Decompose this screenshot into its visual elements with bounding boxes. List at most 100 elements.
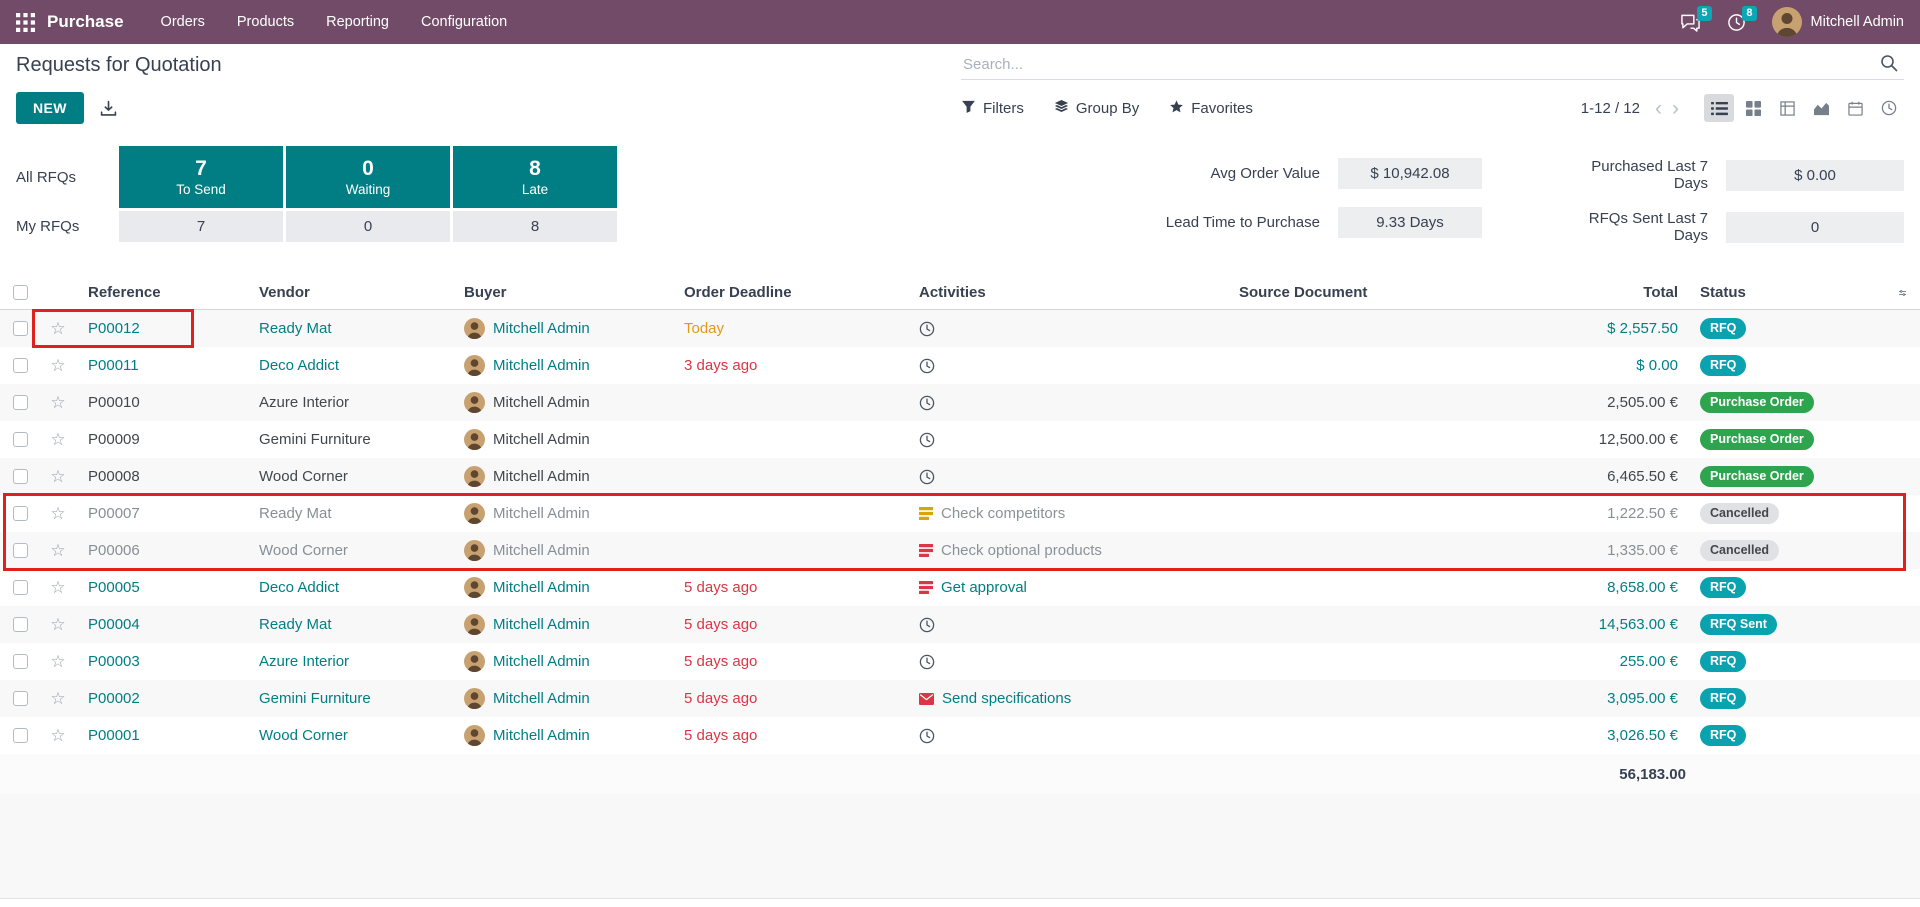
stat-label: Purchased Last 7 Days <box>1558 158 1708 192</box>
menu-orders[interactable]: Orders <box>148 7 218 37</box>
favorite-star-icon[interactable]: ☆ <box>40 541 76 561</box>
optional-columns-icon[interactable] <box>1891 286 1920 300</box>
favorite-star-icon[interactable]: ☆ <box>40 430 76 450</box>
favorite-star-icon[interactable]: ☆ <box>40 504 76 524</box>
activity-cell[interactable] <box>911 728 1231 744</box>
activity-cell[interactable]: Check optional products <box>911 542 1231 559</box>
header-order-deadline[interactable]: Order Deadline <box>676 284 911 301</box>
kpi-my-to-send[interactable]: 7 <box>119 211 283 242</box>
kpi-my-late[interactable]: 8 <box>453 211 617 242</box>
table-row[interactable]: ☆ P00005 Deco Addict Mitchell Admin 5 da… <box>0 569 1920 606</box>
table-row[interactable]: ☆ P00007 Ready Mat Mitchell Admin Check … <box>0 495 1920 532</box>
row-checkbox[interactable] <box>13 580 28 595</box>
header-reference[interactable]: Reference <box>76 284 251 301</box>
table-row[interactable]: ☆ P00012 Ready Mat Mitchell Admin Today … <box>0 310 1920 347</box>
row-checkbox[interactable] <box>13 654 28 669</box>
activity-cell[interactable] <box>911 617 1231 633</box>
filters-button[interactable]: Filters <box>961 99 1024 118</box>
group-by-button[interactable]: Group By <box>1054 99 1139 118</box>
row-checkbox[interactable] <box>13 469 28 484</box>
kpi-waiting[interactable]: 0 Waiting <box>286 146 450 208</box>
row-checkbox[interactable] <box>13 432 28 447</box>
row-checkbox[interactable] <box>13 691 28 706</box>
clock-icon <box>919 432 935 448</box>
row-checkbox[interactable] <box>13 617 28 632</box>
table-row[interactable]: ☆ P00004 Ready Mat Mitchell Admin 5 days… <box>0 606 1920 643</box>
stats-column-1: Avg Order Value $ 10,942.08 Lead Time to… <box>1120 158 1482 238</box>
activities-icon[interactable]: 8 <box>1727 13 1746 32</box>
activity-cell[interactable] <box>911 321 1231 337</box>
vendor-text: Gemini Furniture <box>259 690 371 707</box>
header-vendor[interactable]: Vendor <box>251 284 456 301</box>
app-name[interactable]: Purchase <box>47 12 124 32</box>
row-checkbox[interactable] <box>13 728 28 743</box>
activity-cell[interactable] <box>911 395 1231 411</box>
menu-configuration[interactable]: Configuration <box>408 7 520 37</box>
list-view-button[interactable] <box>1704 94 1734 122</box>
activity-view-button[interactable] <box>1874 94 1904 122</box>
table-row[interactable]: ☆ P00009 Gemini Furniture Mitchell Admin… <box>0 421 1920 458</box>
graph-view-button[interactable] <box>1806 94 1836 122</box>
kpi-to-send-label: To Send <box>176 182 226 197</box>
activity-cell[interactable] <box>911 469 1231 485</box>
envelope-icon <box>919 693 934 705</box>
apps-grid-icon[interactable] <box>16 13 35 32</box>
pager-next-button[interactable]: › <box>1667 98 1684 119</box>
header-status[interactable]: Status <box>1686 284 1891 301</box>
kpi-my-waiting[interactable]: 0 <box>286 211 450 242</box>
row-checkbox[interactable] <box>13 395 28 410</box>
activity-cell[interactable]: Get approval <box>911 579 1231 596</box>
reference-text: P00011 <box>88 357 139 374</box>
table-row[interactable]: ☆ P00002 Gemini Furniture Mitchell Admin… <box>0 680 1920 717</box>
total-text: 8,658.00 € <box>1607 579 1678 596</box>
row-checkbox[interactable] <box>13 543 28 558</box>
table-row[interactable]: ☆ P00010 Azure Interior Mitchell Admin 2… <box>0 384 1920 421</box>
favorite-star-icon[interactable]: ☆ <box>40 319 76 339</box>
kpi-to-send[interactable]: 7 To Send <box>119 146 283 208</box>
favorite-star-icon[interactable]: ☆ <box>40 652 76 672</box>
menu-products[interactable]: Products <box>224 7 307 37</box>
favorite-star-icon[interactable]: ☆ <box>40 356 76 376</box>
clock-icon <box>919 358 935 374</box>
select-all-checkbox[interactable] <box>13 285 28 300</box>
new-button[interactable]: NEW <box>16 92 84 124</box>
header-source-document[interactable]: Source Document <box>1231 284 1536 301</box>
header-total[interactable]: Total <box>1536 284 1686 301</box>
favorite-star-icon[interactable]: ☆ <box>40 689 76 709</box>
table-row[interactable]: ☆ P00003 Azure Interior Mitchell Admin 5… <box>0 643 1920 680</box>
pivot-view-button[interactable] <box>1772 94 1802 122</box>
user-menu[interactable]: Mitchell Admin <box>1772 7 1904 37</box>
header-activities[interactable]: Activities <box>911 284 1231 301</box>
activity-cell[interactable] <box>911 654 1231 670</box>
activity-cell[interactable] <box>911 432 1231 448</box>
favorite-star-icon[interactable]: ☆ <box>40 467 76 487</box>
favorite-star-icon[interactable]: ☆ <box>40 393 76 413</box>
table-row[interactable]: ☆ P00008 Wood Corner Mitchell Admin 6,46… <box>0 458 1920 495</box>
messages-icon[interactable]: 5 <box>1680 13 1701 32</box>
buyer-name: Mitchell Admin <box>493 727 590 744</box>
row-checkbox[interactable] <box>13 506 28 521</box>
row-checkbox[interactable] <box>13 358 28 373</box>
activity-cell[interactable]: Send specifications <box>911 690 1231 707</box>
table-row[interactable]: ☆ P00001 Wood Corner Mitchell Admin 5 da… <box>0 717 1920 754</box>
menu-reporting[interactable]: Reporting <box>313 7 402 37</box>
favorite-star-icon[interactable]: ☆ <box>40 615 76 635</box>
favorite-star-icon[interactable]: ☆ <box>40 726 76 746</box>
table-row[interactable]: ☆ P00006 Wood Corner Mitchell Admin Chec… <box>0 532 1920 569</box>
reference-text: P00010 <box>88 394 140 411</box>
favorite-star-icon[interactable]: ☆ <box>40 578 76 598</box>
activity-cell[interactable]: Check competitors <box>911 505 1231 522</box>
activity-cell[interactable] <box>911 358 1231 374</box>
header-buyer[interactable]: Buyer <box>456 284 676 301</box>
favorites-button[interactable]: Favorites <box>1169 99 1253 118</box>
search-icon[interactable] <box>1880 54 1898 72</box>
pager-previous-button[interactable]: ‹ <box>1650 98 1667 119</box>
search-input[interactable] <box>961 50 1904 80</box>
calendar-view-button[interactable] <box>1840 94 1870 122</box>
table-row[interactable]: ☆ P00011 Deco Addict Mitchell Admin 3 da… <box>0 347 1920 384</box>
kanban-view-button[interactable] <box>1738 94 1768 122</box>
kpi-late[interactable]: 8 Late <box>453 146 617 208</box>
messages-count-badge: 5 <box>1697 6 1711 21</box>
row-checkbox[interactable] <box>13 321 28 336</box>
export-icon[interactable] <box>100 100 117 117</box>
